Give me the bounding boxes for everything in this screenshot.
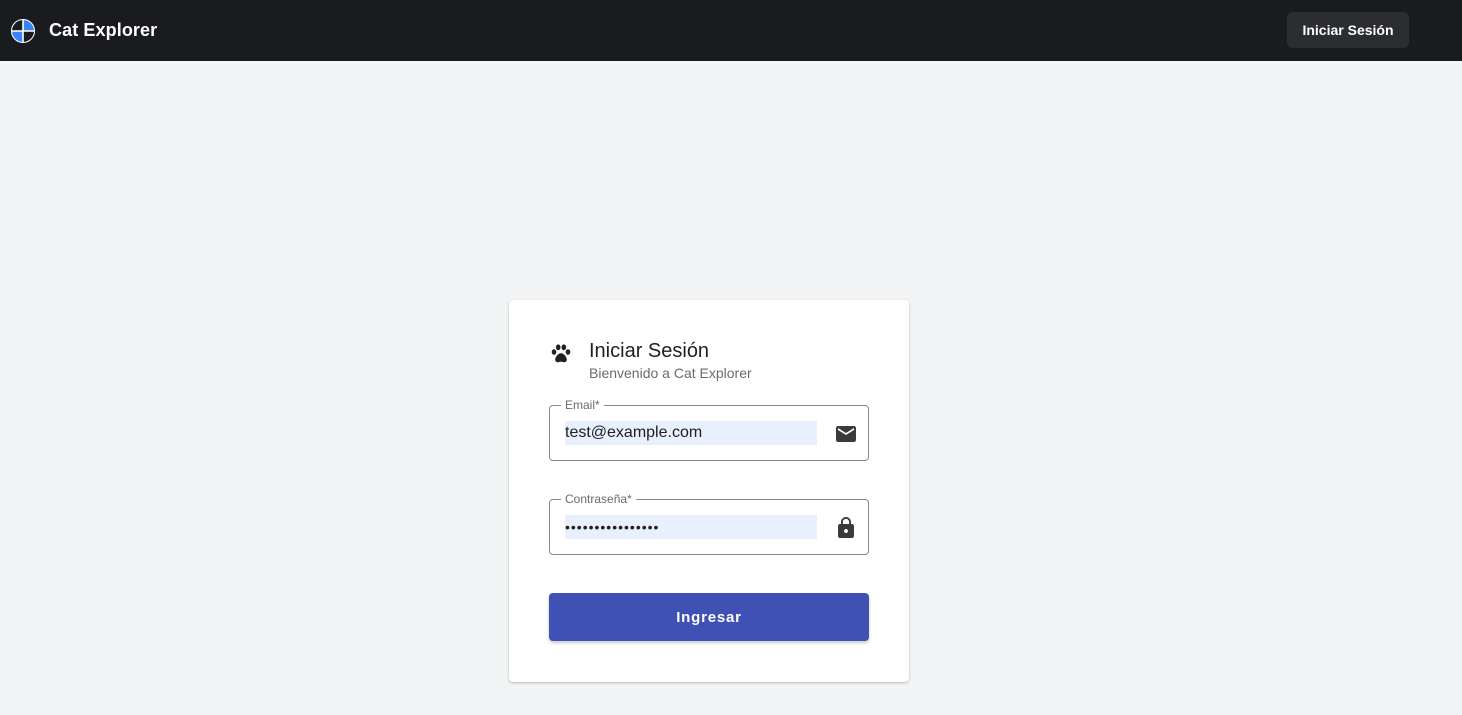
page-subtitle: Bienvenido a Cat Explorer xyxy=(589,365,752,381)
paw-icon xyxy=(551,344,571,363)
globe-icon xyxy=(11,18,35,43)
password-label: Contraseña* xyxy=(561,491,636,507)
email-input[interactable] xyxy=(565,421,817,445)
mail-icon xyxy=(836,426,856,442)
submit-button[interactable]: Ingresar xyxy=(549,593,869,641)
login-card: Iniciar Sesión Bienvenido a Cat Explorer… xyxy=(509,300,909,682)
email-label: Email* xyxy=(561,397,604,413)
login-nav-button[interactable]: Iniciar Sesión xyxy=(1287,12,1409,48)
login-header: Iniciar Sesión Bienvenido a Cat Explorer xyxy=(549,340,869,382)
email-field[interactable]: Email* xyxy=(549,397,869,461)
password-field[interactable]: Contraseña* xyxy=(549,491,869,555)
page-title: Iniciar Sesión xyxy=(589,340,710,362)
top-navbar: Cat Explorer Iniciar Sesión xyxy=(0,0,1462,61)
brand[interactable]: Cat Explorer xyxy=(10,17,157,44)
lock-icon xyxy=(838,517,854,538)
password-input[interactable] xyxy=(565,515,817,539)
app-title: Cat Explorer xyxy=(49,20,158,40)
